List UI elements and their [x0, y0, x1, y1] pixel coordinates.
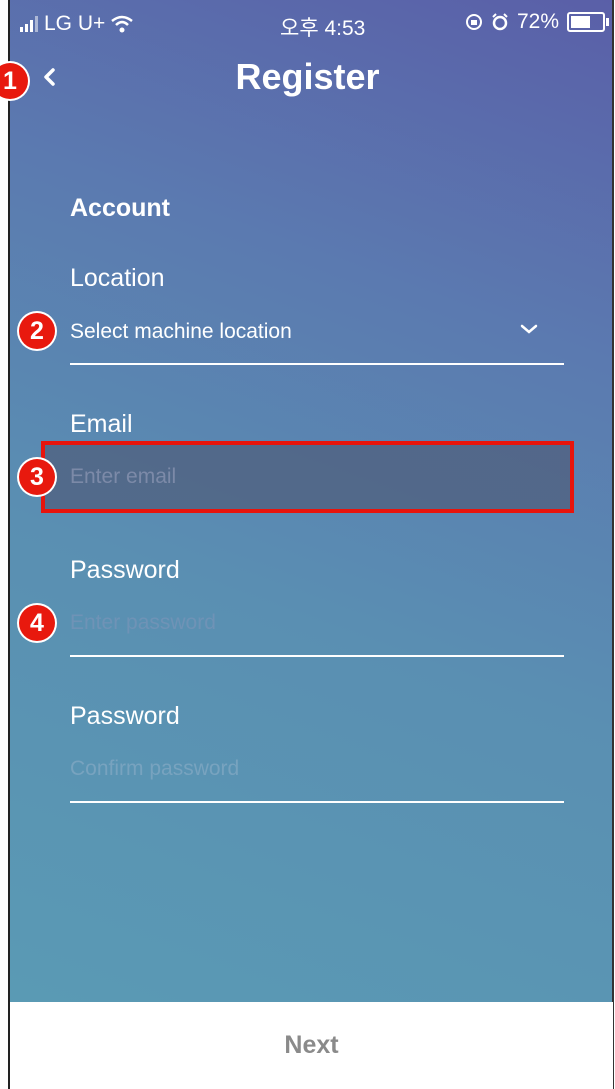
password-label: Password	[70, 556, 180, 584]
password-input[interactable]: Enter password	[70, 611, 216, 635]
battery-tip	[606, 18, 609, 26]
alarm-icon	[492, 13, 508, 31]
confirm-password-label: Password	[70, 702, 180, 730]
rotation-lock-icon	[465, 14, 482, 30]
clock: 오후 4:53	[280, 17, 366, 40]
status-bar: LG U+ 오후 4:53 72%	[10, 0, 613, 46]
annotation-badge-3: 3	[19, 459, 55, 495]
page-title: Register	[235, 56, 380, 97]
chevron-down-icon[interactable]	[518, 322, 540, 336]
frame-edge-right	[612, 0, 614, 1089]
email-label: Email	[70, 410, 133, 438]
annotation-badge-4: 4	[19, 605, 55, 641]
location-label: Location	[70, 264, 165, 292]
annotation-badge-2: 2	[19, 313, 55, 349]
wifi-icon	[111, 15, 134, 33]
next-button[interactable]: Next	[10, 1002, 613, 1089]
battery-icon	[567, 12, 609, 32]
location-underline	[70, 363, 564, 365]
status-right: 72%	[465, 10, 609, 34]
carrier-label: LG U+	[44, 12, 106, 35]
email-input[interactable]: Enter email	[70, 465, 176, 489]
signal-icon	[20, 16, 38, 32]
confirm-password-underline	[70, 801, 564, 803]
frame-edge-left	[8, 0, 10, 1089]
location-select[interactable]: Select machine location	[70, 320, 292, 344]
confirm-password-input[interactable]: Confirm password	[70, 757, 239, 781]
battery-fill	[571, 16, 590, 28]
section-title-account: Account	[70, 194, 170, 222]
battery-percent: 72%	[516, 10, 559, 33]
status-left: LG U+	[20, 12, 134, 36]
bottom-bar: Next	[10, 1002, 613, 1089]
password-underline	[70, 655, 564, 657]
